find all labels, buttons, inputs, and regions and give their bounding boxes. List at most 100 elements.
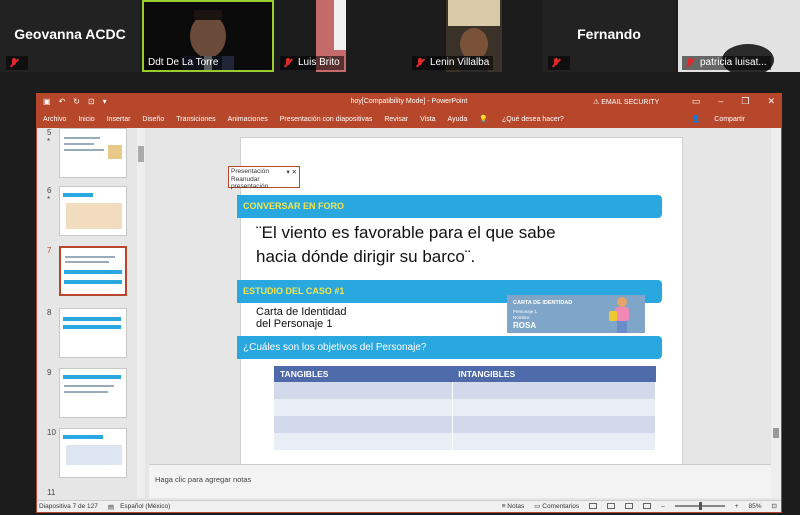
slide-scrollbar[interactable]	[771, 128, 781, 498]
thumbnails-scrollbar[interactable]	[137, 128, 145, 498]
identity-card-image: CARTA DE IDENTIDAD Personaje 1 Nombre: RO…	[507, 295, 645, 333]
status-controls: ≡ Notas ▭ Comentarios – + 85% ⊡	[502, 502, 777, 510]
tab-diseno[interactable]: Diseño	[142, 116, 164, 123]
participant-tile-ddt[interactable]: Ddt De La Torre	[142, 0, 274, 72]
card-name: ROSA	[513, 321, 537, 330]
notes-icon: ≡	[501, 502, 506, 510]
thumbnail-number: 7	[47, 246, 52, 255]
share-label: Compartir	[714, 116, 745, 123]
tab-animaciones[interactable]: Animaciones	[228, 116, 268, 123]
restore-icon[interactable]: ❐	[741, 96, 749, 107]
participant-label: Ddt De La Torre	[146, 56, 223, 70]
title-bar: ▣ ↶ ↻ ⊡ ▾ hoy[Compatibility Mode] - Powe…	[37, 94, 781, 110]
thumbnail-number: 9	[47, 368, 52, 377]
character-illustration	[609, 297, 635, 333]
carta-line1: Carta de Identidad	[256, 306, 347, 318]
tab-inicio[interactable]: Inicio	[78, 116, 94, 123]
comment-icon: ▭	[534, 503, 541, 510]
slide-thumbnail-7[interactable]	[59, 246, 127, 296]
reading-view-icon[interactable]	[625, 503, 634, 509]
tab-presentacion[interactable]: Presentación con diapositivas	[280, 116, 373, 123]
participant-strip: Geovanna ACDC Ddt De La Torre Luis Brito	[0, 0, 800, 72]
table-header-tangibles: TANGIBLES	[274, 366, 453, 382]
participant-label: Lenin Villalba	[412, 56, 494, 70]
muted-mic-icon	[684, 57, 696, 69]
table-row	[274, 416, 657, 433]
tab-vista[interactable]: Vista	[420, 116, 435, 123]
banner-question: ¿Cuáles son los objetivos del Personaje?	[237, 336, 662, 359]
muted-mic-icon	[282, 57, 294, 69]
tell-me-label: ¿Qué desea hacer?	[501, 116, 564, 123]
zoom-slider[interactable]	[674, 502, 725, 510]
person-icon: 👤	[691, 116, 701, 123]
tooltip-title: Presentación	[231, 168, 269, 175]
comments-button[interactable]: ▭ Comentarios	[534, 502, 579, 510]
muted-mic-icon	[8, 57, 20, 69]
scrollbar-thumb[interactable]	[138, 146, 144, 162]
slide-thumbnail-6[interactable]	[59, 186, 127, 236]
participant-tile-lenin[interactable]: Lenin Villalba	[408, 0, 540, 72]
participant-name: Lenin Villalba	[430, 57, 490, 68]
notes-button[interactable]: ≡ Notas	[502, 503, 525, 510]
slide-sorter-icon[interactable]	[607, 503, 616, 509]
minimize-icon[interactable]: –	[718, 96, 723, 107]
participant-label: Luis Brito	[280, 56, 344, 70]
slide-thumbnail-10[interactable]	[59, 428, 127, 478]
tab-revisar[interactable]: Revisar	[384, 116, 408, 123]
tooltip-controls[interactable]: ▾ ✕	[286, 168, 297, 176]
slide-thumbnail-9[interactable]	[59, 368, 127, 418]
carta-line2: del Personaje 1	[256, 318, 333, 330]
tab-ayuda[interactable]: Ayuda	[448, 116, 468, 123]
normal-view-icon[interactable]	[589, 503, 598, 509]
zoom-out-icon[interactable]: –	[661, 503, 665, 510]
slideshow-icon[interactable]	[643, 503, 652, 509]
lightbulb-icon: 💡	[479, 116, 488, 123]
card-heading: CARTA DE IDENTIDAD	[513, 300, 573, 306]
resume-presentation-link[interactable]: Reanudar presentación	[231, 176, 297, 190]
slide-quote: ¨El viento es favorable para el que sabe…	[256, 223, 556, 266]
participant-name: Fernando	[577, 26, 641, 42]
slide-thumbnails-panel: 5 * 6 * 7 8 9 10 11	[37, 128, 145, 498]
participant-tile-fernando[interactable]: Fernando	[542, 0, 676, 72]
tell-me-search[interactable]: 💡 ¿Qué desea hacer?	[479, 115, 576, 123]
window-buttons: ▭ – ❐ ✕	[692, 96, 775, 107]
table-row	[274, 382, 657, 399]
carta-text: Carta de Identidad del Personaje 1	[256, 306, 347, 330]
notes-placeholder: Haga clic para agregar notas	[155, 475, 252, 484]
thumbnail-number: 10	[47, 428, 56, 437]
participant-tile-geovanna[interactable]: Geovanna ACDC	[0, 0, 140, 72]
language-indicator[interactable]: Español (México)	[120, 503, 170, 510]
zoom-level[interactable]: 85%	[749, 503, 762, 510]
participant-label: patricia luisat...	[682, 56, 771, 70]
participant-name: patricia luisat...	[700, 57, 767, 68]
window-title: hoy[Compatibility Mode] - PowerPoint	[350, 98, 468, 105]
thumbnail-number: 11	[47, 488, 56, 497]
muted-mic-icon	[414, 57, 426, 69]
spellcheck-icon[interactable]: ▤	[108, 503, 114, 511]
status-bar: Diapositiva 7 de 127 ▤ Español (México) …	[37, 500, 781, 512]
zoom-in-icon[interactable]: +	[735, 503, 739, 510]
participant-label	[6, 56, 28, 70]
warning-icon: ⚠	[593, 99, 600, 106]
share-button[interactable]: 👤 Compartir	[692, 115, 757, 123]
participant-tile-patricia[interactable]: patricia luisat...	[678, 0, 800, 72]
table-row	[274, 433, 657, 450]
slide-thumbnail-5[interactable]	[59, 128, 127, 178]
ribbon-options-icon[interactable]: ▭	[692, 96, 701, 107]
tab-insertar[interactable]: Insertar	[107, 116, 131, 123]
participant-name: Geovanna ACDC	[14, 26, 126, 42]
email-security: ⚠ EMAIL SECURITY	[593, 98, 659, 106]
participant-name: Luis Brito	[298, 57, 340, 68]
ribbon-tabs: Archivo Inicio Insertar Diseño Transicio…	[37, 110, 781, 128]
notes-pane[interactable]: Haga clic para agregar notas	[149, 464, 771, 498]
close-icon[interactable]: ✕	[767, 96, 775, 107]
thumbnail-number: 6 *	[47, 186, 52, 204]
scrollbar-thumb[interactable]	[773, 428, 779, 438]
table-row	[274, 399, 657, 416]
slide-thumbnail-8[interactable]	[59, 308, 127, 358]
tab-archivo[interactable]: Archivo	[43, 116, 66, 123]
security-label: EMAIL SECURITY	[601, 99, 660, 106]
tab-transiciones[interactable]: Transiciones	[176, 116, 215, 123]
participant-tile-luis[interactable]: Luis Brito	[276, 0, 406, 72]
fit-slide-icon[interactable]: ⊡	[772, 502, 777, 510]
